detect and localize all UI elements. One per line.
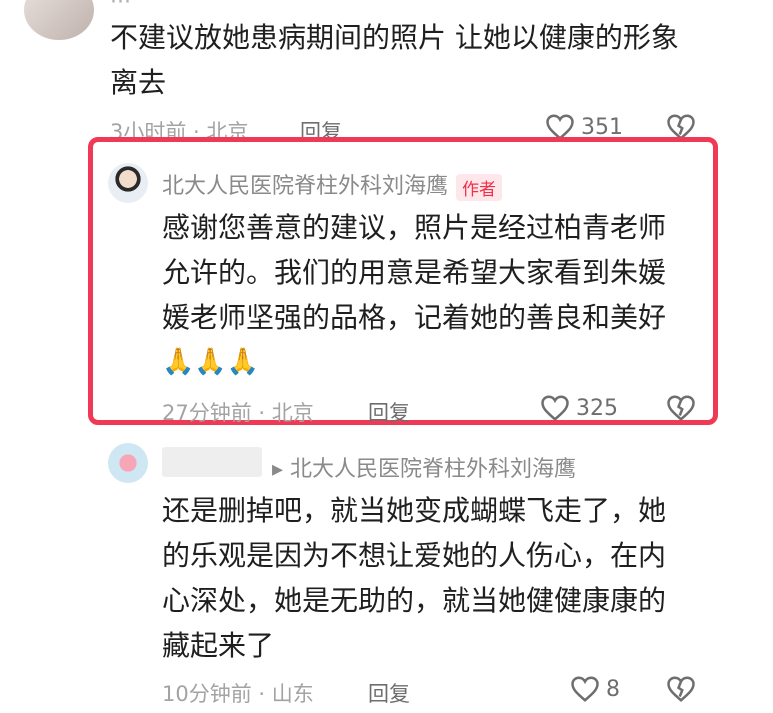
comment-text: 不建议放她患病期间的照片 让她以健康的形象 离去 [110,15,679,105]
like-button[interactable]: 8 [570,675,620,703]
comment-text: 还是删掉吧，就当她变成蝴蝶飞走了，她 的乐观是因为不想让爱她的人伤心，在内 心深… [162,488,666,668]
broken-heart-icon [667,676,695,702]
reply-button[interactable]: 回复 [368,678,410,708]
comment-line: 还是删掉吧，就当她变成蝴蝶飞走了，她 [162,494,667,527]
comment-line: 允许的。我们的用意是希望大家看到朱媛 [162,256,667,289]
author-badge: 作者 [456,173,503,201]
comment-line: 离去 [110,66,167,99]
like-count: 8 [606,676,620,702]
comment-line: 媛老师坚强的品格，记着她的善良和美好 [162,301,667,334]
emoji-line: 🙏🙏🙏 [162,347,260,377]
avatar[interactable] [108,443,148,483]
comment-line: 感谢您善意的建议，照片是经过柏青老师 [162,211,667,244]
comment-line: 藏起来了 [162,629,275,662]
avatar[interactable] [108,163,148,203]
broken-heart-icon [667,395,695,421]
reply-button[interactable]: 回复 [368,397,410,427]
heart-icon [541,395,569,421]
blurred-username[interactable] [162,447,262,477]
comment-meta: 10分钟前 · 山东 [162,682,314,706]
author-name-row: 北大人民医院脊柱外科刘海鹰 作者 [162,168,503,201]
dislike-button[interactable] [666,394,696,426]
comment-line: 不建议放她患病期间的照片 让她以健康的形象 [110,21,679,54]
avatar[interactable] [24,0,94,40]
heart-icon [571,676,599,702]
dislike-button[interactable] [666,675,696,707]
like-count: 325 [576,395,618,421]
commenter-name-partial[interactable]: ··· [110,0,131,15]
comment-line: 的乐观是因为不想让爱她的人伤心，在内 [162,539,667,572]
comment-meta: 27分钟前 · 北京 [162,401,314,425]
author-name[interactable]: 北大人民医院脊柱外科刘海鹰 [162,174,448,199]
like-button[interactable]: 325 [540,394,618,422]
like-count: 351 [581,114,623,140]
comment-line: 心深处，她是无助的，就当她健健康康的 [162,584,667,617]
comment-text: 感谢您善意的建议，照片是经过柏青老师 允许的。我们的用意是希望大家看到朱媛 媛老… [162,205,666,385]
reply-to-target[interactable]: ▸ 北大人民医院脊柱外科刘海鹰 [272,451,576,483]
